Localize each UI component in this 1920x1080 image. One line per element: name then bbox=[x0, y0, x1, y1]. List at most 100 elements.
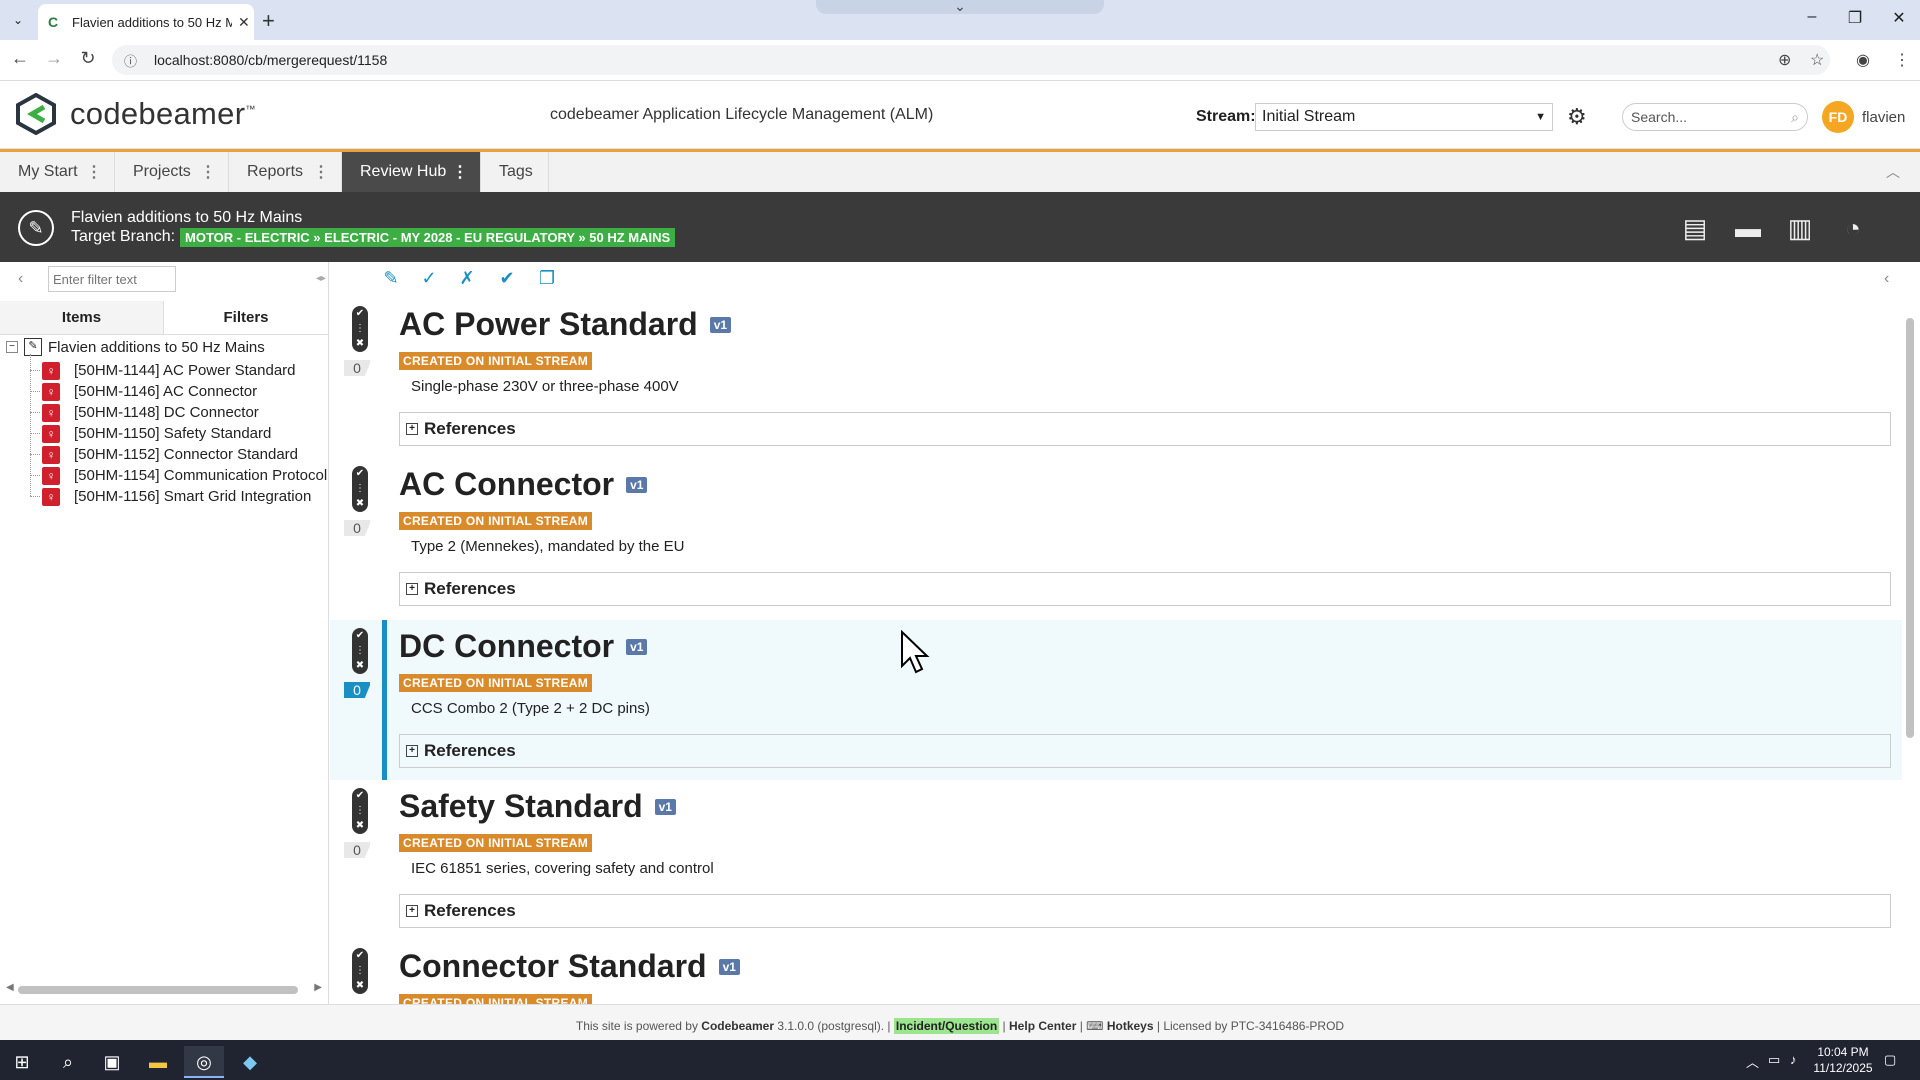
scrollbar-thumb[interactable] bbox=[18, 986, 298, 994]
comment-count[interactable]: 0 bbox=[344, 360, 370, 376]
scroll-right-icon[interactable]: ▶ bbox=[314, 982, 322, 993]
tree-item[interactable]: ♀ [50HM-1148] DC Connector bbox=[30, 402, 328, 423]
references-toggle[interactable]: + References bbox=[399, 894, 1891, 928]
item-title[interactable]: AC Power Standard v1 bbox=[399, 306, 732, 343]
bookmark-star-icon[interactable]: ☆ bbox=[1810, 50, 1824, 70]
task-view-icon[interactable]: ▣ bbox=[92, 1046, 132, 1078]
tree-item[interactable]: ♀ [50HM-1156] Smart Grid Integration bbox=[30, 486, 328, 507]
scrollbar-thumb[interactable] bbox=[1906, 318, 1914, 738]
tab-projects[interactable]: Projects ⋮ bbox=[115, 152, 229, 192]
tree-item[interactable]: ♀ [50HM-1152] Connector Standard bbox=[30, 444, 328, 465]
reject-icon[interactable]: ✖ bbox=[352, 336, 368, 351]
tab-tags[interactable]: Tags bbox=[481, 152, 549, 192]
tree-item[interactable]: ♀ [50HM-1144] AC Power Standard bbox=[30, 360, 328, 381]
expand-plus-icon[interactable]: + bbox=[406, 745, 418, 757]
approve-icon[interactable]: ✔ bbox=[352, 628, 368, 643]
reject-icon[interactable]: ✖ bbox=[352, 658, 368, 673]
tab-reports[interactable]: Reports ⋮ bbox=[229, 152, 342, 192]
vote-control[interactable]: ✔ ⋮ ✖ bbox=[352, 948, 368, 994]
tab-filters[interactable]: Filters bbox=[163, 301, 328, 335]
tab-review-hub[interactable]: Review Hub ⋮ bbox=[342, 152, 481, 192]
check-circle-icon[interactable]: ✔ bbox=[494, 268, 520, 289]
tray-chevron-up-icon[interactable]: ︿ bbox=[1746, 1052, 1759, 1071]
profile-icon[interactable]: ◉ bbox=[1856, 50, 1870, 70]
chevron-left-icon[interactable]: ‹ bbox=[18, 270, 23, 288]
taskbar-clock[interactable]: 10:04 PM 11/12/2025 bbox=[1808, 1044, 1878, 1076]
tree-item[interactable]: ♀ [50HM-1150] Safety Standard bbox=[30, 423, 328, 444]
approve-icon[interactable]: ✔ bbox=[352, 948, 368, 963]
chrome-icon[interactable]: ◎ bbox=[184, 1046, 224, 1078]
version-badge[interactable]: v1 bbox=[654, 798, 676, 815]
approve-icon[interactable]: ✔ bbox=[352, 466, 368, 481]
help-center-link[interactable]: Help Center bbox=[1009, 1019, 1076, 1033]
vote-control[interactable]: ✔ ⋮ ✖ bbox=[352, 628, 368, 674]
history-icon[interactable]: ◔ bbox=[1835, 213, 1871, 244]
window-close-icon[interactable]: ✕ bbox=[1884, 8, 1914, 28]
tree-root[interactable]: − ✎ Flavien additions to 50 Hz Mains bbox=[6, 338, 265, 356]
comments-icon[interactable]: ▬ bbox=[1730, 213, 1766, 244]
pencil-icon[interactable]: ✎ bbox=[378, 268, 404, 289]
more-options-icon[interactable]: ⋮ bbox=[452, 162, 468, 182]
tab-my-start[interactable]: My Start ⋮ bbox=[0, 152, 115, 192]
vote-control[interactable]: ✔ ⋮ ✖ bbox=[352, 788, 368, 834]
more-options-icon[interactable]: ⋮ bbox=[200, 162, 216, 182]
comment-count[interactable]: 0 bbox=[344, 842, 370, 858]
forward-arrow-icon[interactable]: → bbox=[42, 48, 66, 69]
network-icon[interactable]: ▭ bbox=[1768, 1052, 1780, 1068]
chevron-up-icon[interactable]: ︿ bbox=[1886, 162, 1900, 182]
reject-icon[interactable]: ✖ bbox=[352, 496, 368, 511]
stack-icon[interactable]: ▤ bbox=[1677, 213, 1713, 244]
file-explorer-icon[interactable]: ▬ bbox=[138, 1046, 178, 1078]
item-title[interactable]: DC Connector v1 bbox=[399, 628, 648, 665]
volume-icon[interactable]: ♪ bbox=[1790, 1052, 1797, 1067]
comment-count[interactable]: 0 bbox=[344, 682, 370, 698]
username[interactable]: flavien bbox=[1862, 109, 1905, 126]
chevron-left-icon[interactable]: ‹ bbox=[1884, 270, 1889, 288]
tree-item[interactable]: ♀ [50HM-1154] Communication Protocol bbox=[30, 465, 328, 486]
restore-icon[interactable]: ❐ bbox=[1840, 8, 1870, 28]
expand-plus-icon[interactable]: + bbox=[406, 423, 418, 435]
browser-tab-active[interactable]: C Flavien additions to 50 Hz Mains ✕ bbox=[38, 4, 254, 40]
version-badge[interactable]: v1 bbox=[626, 638, 648, 655]
back-arrow-icon[interactable]: ← bbox=[8, 48, 32, 69]
horizontal-scrollbar[interactable]: ◀ ▶ bbox=[6, 982, 322, 996]
version-badge[interactable]: v1 bbox=[626, 476, 648, 493]
references-toggle[interactable]: + References bbox=[399, 734, 1891, 768]
new-tab-plus-icon[interactable]: + bbox=[262, 8, 275, 34]
vote-control[interactable]: ✔ ⋮ ✖ bbox=[352, 306, 368, 352]
item-title[interactable]: AC Connector v1 bbox=[399, 466, 648, 503]
reject-icon[interactable]: ✖ bbox=[352, 978, 368, 993]
site-info-icon[interactable]: ⓘ bbox=[124, 51, 140, 70]
approve-icon[interactable]: ✔ bbox=[352, 306, 368, 321]
windows-start-icon[interactable]: ⊞ bbox=[2, 1046, 42, 1078]
hotkeys-link[interactable]: Hotkeys bbox=[1107, 1019, 1154, 1033]
gear-icon[interactable]: ⚙ bbox=[1567, 104, 1587, 130]
panel-resize-handle-icon[interactable]: ◂▸ bbox=[316, 273, 326, 284]
browser-menu-icon[interactable]: ⋮ bbox=[1894, 50, 1910, 70]
minimize-icon[interactable]: – bbox=[1797, 8, 1827, 26]
stream-select[interactable]: Initial Stream ▼ bbox=[1255, 103, 1553, 131]
comment-count[interactable]: 0 bbox=[344, 520, 370, 536]
chevron-down-icon[interactable]: ⌄ bbox=[816, 0, 1104, 14]
search-icon[interactable]: ⌕ bbox=[48, 1046, 88, 1078]
reload-icon[interactable]: ↻ bbox=[76, 48, 100, 69]
url-field[interactable]: ⓘ localhost:8080/cb/mergerequest/1158 bbox=[112, 45, 1830, 75]
notifications-icon[interactable]: ▢ bbox=[1884, 1052, 1896, 1068]
search-input[interactable]: Search... ⌕ bbox=[1622, 103, 1808, 131]
version-badge[interactable]: v1 bbox=[709, 316, 732, 333]
references-toggle[interactable]: + References bbox=[399, 572, 1891, 606]
vertical-scrollbar[interactable] bbox=[1904, 304, 1916, 1000]
approve-icon[interactable]: ✔ bbox=[352, 788, 368, 803]
reject-icon[interactable]: ✖ bbox=[352, 818, 368, 833]
item-title[interactable]: Connector Standard v1 bbox=[399, 948, 740, 985]
tab-items[interactable]: Items bbox=[0, 301, 163, 335]
expand-plus-icon[interactable]: + bbox=[406, 905, 418, 917]
zoom-icon[interactable]: ⊕ bbox=[1778, 50, 1791, 70]
approve-list-icon[interactable]: ✓ bbox=[416, 268, 442, 289]
version-badge[interactable]: v1 bbox=[718, 958, 740, 975]
scroll-left-icon[interactable]: ◀ bbox=[6, 982, 14, 993]
codebeamer-logo-icon[interactable] bbox=[16, 93, 56, 135]
incident-question-link[interactable]: Incident/Question bbox=[893, 1018, 1000, 1034]
tree-item[interactable]: ♀ [50HM-1146] AC Connector bbox=[30, 381, 328, 402]
chart-icon[interactable]: ▥ bbox=[1782, 213, 1818, 244]
